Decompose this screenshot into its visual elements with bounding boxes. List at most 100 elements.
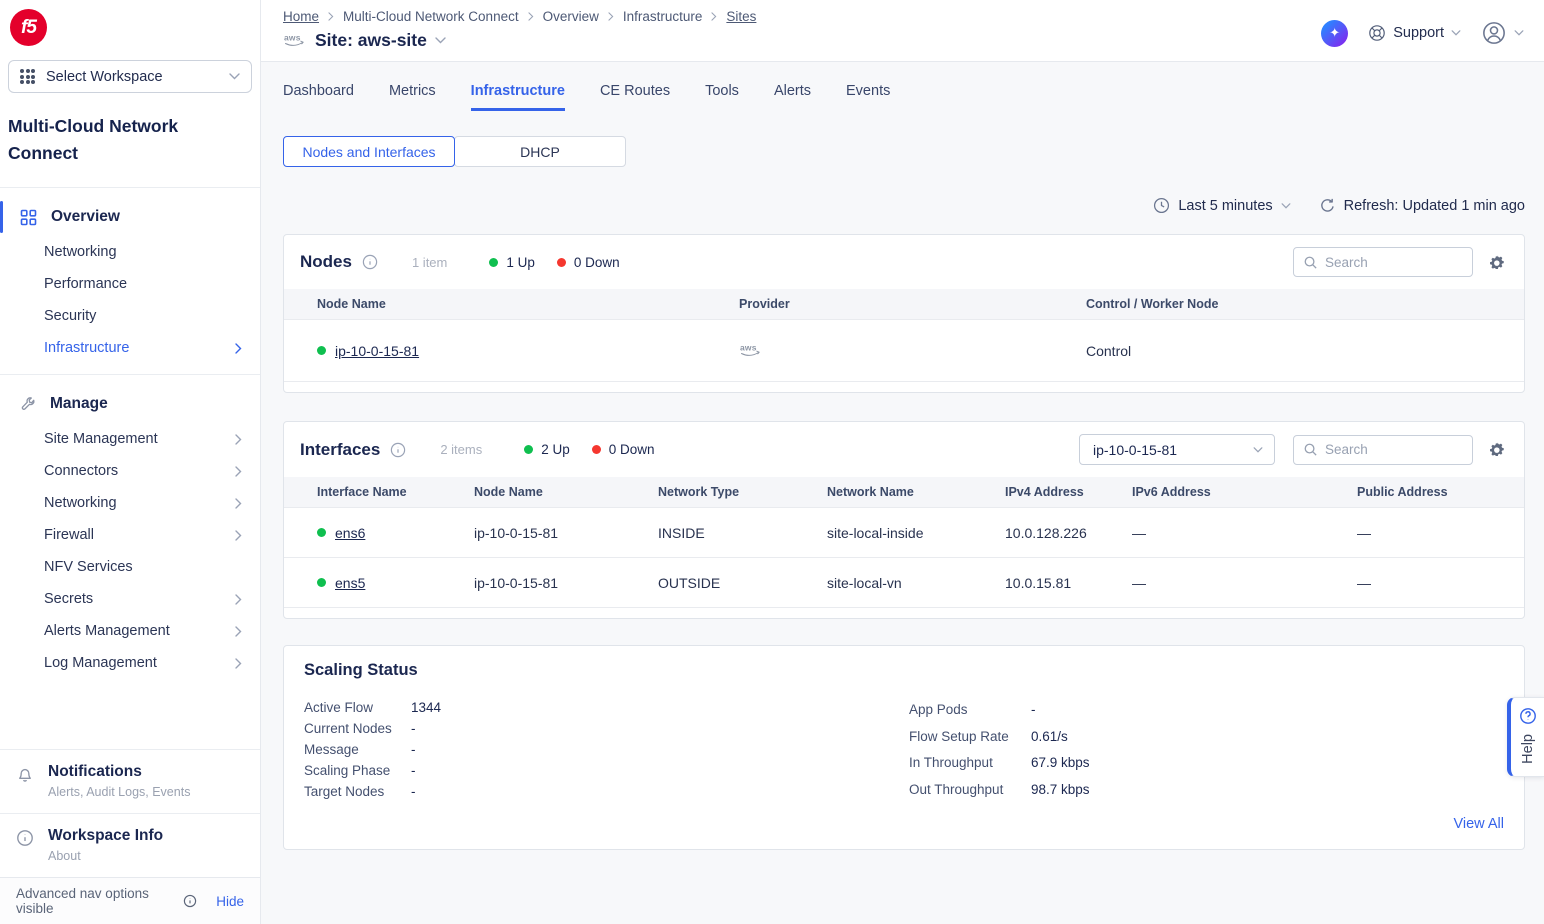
column-header: Node Name [317, 297, 739, 311]
breadcrumb-item[interactable]: Multi-Cloud Network Connect [343, 9, 519, 24]
refresh-button[interactable]: Refresh: Updated 1 min ago [1319, 197, 1525, 214]
tab-infrastructure[interactable]: Infrastructure [471, 83, 565, 111]
tab-alerts[interactable]: Alerts [774, 83, 811, 111]
workspace-info-title: Workspace Info [48, 827, 163, 845]
subtab-nodes-and-interfaces[interactable]: Nodes and Interfaces [283, 136, 455, 167]
gear-icon[interactable] [1488, 254, 1505, 271]
refresh-icon [1319, 197, 1336, 214]
interfaces-table-header: Interface Name Node Name Network Type Ne… [284, 477, 1524, 507]
tab-dashboard[interactable]: Dashboard [283, 83, 354, 111]
tab-tools[interactable]: Tools [705, 83, 739, 111]
sidebar-footer: Advanced nav options visible Hide [0, 877, 260, 924]
sidebar-item-nfv-services[interactable]: NFV Services [0, 551, 260, 583]
gear-icon[interactable] [1488, 441, 1505, 458]
interfaces-down-badge: 0 Down [592, 442, 655, 457]
help-tab[interactable]: Help [1507, 697, 1544, 777]
sidebar-item-connectors[interactable]: Connectors [0, 455, 260, 487]
subtab-dhcp[interactable]: DHCP [454, 136, 626, 167]
sidebar-item-performance[interactable]: Performance [0, 268, 260, 300]
chevron-down-icon [1281, 203, 1291, 209]
sparkle-icon: ✦ [1329, 25, 1340, 41]
content: Dashboard Metrics Infrastructure CE Rout… [261, 62, 1544, 924]
refresh-label: Refresh: Updated 1 min ago [1344, 198, 1525, 214]
sidebar-workspace-info[interactable]: Workspace Info About [0, 813, 260, 877]
chevron-right-icon [235, 498, 242, 509]
scaling-right-column: App Pods- Flow Setup Rate0.61/s In Throu… [909, 697, 1090, 803]
column-header: Node Name [474, 485, 658, 499]
interfaces-title: Interfaces [300, 440, 380, 460]
stat-value: - [411, 781, 416, 802]
support-icon [1368, 24, 1386, 42]
tab-events[interactable]: Events [846, 83, 890, 111]
site-selector[interactable]: aws Site: aws-site [283, 30, 756, 51]
toolbar: Last 5 minutes Refresh: Updated 1 min ag… [283, 197, 1525, 214]
nodes-search-input[interactable] [1325, 255, 1463, 270]
breadcrumb-home[interactable]: Home [283, 9, 319, 24]
sidebar-item-manage-networking[interactable]: Networking [0, 487, 260, 519]
scaling-status-card: Scaling Status Active Flow1344 Current N… [283, 645, 1525, 850]
bell-icon [16, 763, 34, 799]
tab-ce-routes[interactable]: CE Routes [600, 83, 670, 111]
info-icon[interactable] [362, 254, 378, 270]
support-menu[interactable]: Support [1368, 24, 1461, 42]
hide-nav-button[interactable]: Hide [216, 894, 244, 909]
breadcrumb-sites[interactable]: Sites [726, 9, 756, 24]
info-icon[interactable] [390, 442, 406, 458]
info-icon [16, 827, 34, 863]
sidebar-section-manage[interactable]: Manage [0, 385, 260, 423]
interface-name-link[interactable]: ens6 [335, 525, 365, 541]
breadcrumb-item[interactable]: Overview [543, 9, 599, 24]
clock-icon [1153, 197, 1170, 214]
sidebar-item-networking[interactable]: Networking [0, 236, 260, 268]
scaling-left-column: Active Flow1344 Current Nodes- Message- … [304, 697, 909, 803]
question-circle-icon [1519, 707, 1537, 725]
sidebar-section-overview[interactable]: Overview [0, 198, 260, 236]
nodes-card: Nodes 1 item 1 Up 0 Down Node Name Prov [283, 234, 1525, 393]
interfaces-count: 2 items [440, 442, 482, 457]
cell-ipv6: — [1132, 525, 1357, 541]
time-range-selector[interactable]: Last 5 minutes [1153, 197, 1290, 214]
nodes-up-badge: 1 Up [489, 255, 535, 270]
node-filter-select[interactable]: ip-10-0-15-81 [1079, 434, 1275, 465]
table-row: ens5 ip-10-0-15-81 OUTSIDE site-local-vn… [284, 557, 1524, 607]
f5-logo[interactable]: f5 [10, 9, 47, 46]
sidebar-item-firewall[interactable]: Firewall [0, 519, 260, 551]
down-status-dot [557, 258, 566, 267]
chevron-right-icon [235, 658, 242, 669]
section-label: Manage [50, 395, 108, 413]
tab-metrics[interactable]: Metrics [389, 83, 436, 111]
account-icon [1481, 20, 1507, 46]
sidebar-item-security[interactable]: Security [0, 300, 260, 332]
interface-name-link[interactable]: ens5 [335, 575, 365, 591]
table-row: ip-10-0-15-81 aws Control [284, 319, 1524, 381]
interfaces-search-input[interactable] [1325, 442, 1463, 457]
notifications-title: Notifications [48, 763, 190, 781]
column-header: Interface Name [317, 485, 474, 499]
sidebar-notifications[interactable]: Notifications Alerts, Audit Logs, Events [0, 749, 260, 813]
stat-value: 1344 [411, 697, 441, 718]
breadcrumb-item[interactable]: Infrastructure [623, 9, 703, 24]
time-range-label: Last 5 minutes [1178, 198, 1272, 214]
search-icon [1303, 442, 1318, 457]
sidebar-item-infrastructure[interactable]: Infrastructure [0, 332, 260, 364]
sidebar: f5 Select Workspace Multi-Cloud Network … [0, 0, 261, 924]
cell-public-address: — [1357, 575, 1508, 591]
column-header: Public Address [1357, 485, 1508, 499]
node-name-link[interactable]: ip-10-0-15-81 [335, 343, 419, 359]
sidebar-item-alerts-management[interactable]: Alerts Management [0, 615, 260, 647]
top-bar: Home Multi-Cloud Network Connect Overvie… [261, 0, 1544, 62]
account-menu[interactable] [1481, 20, 1524, 46]
sidebar-item-log-management[interactable]: Log Management [0, 647, 260, 679]
column-header: Network Name [827, 485, 1005, 499]
stat-label: In Throughput [909, 750, 1031, 777]
view-all-link[interactable]: View All [1453, 816, 1504, 832]
ai-assistant-button[interactable]: ✦ [1321, 20, 1348, 47]
stat-value: 0.61/s [1031, 724, 1068, 751]
workspace-selector[interactable]: Select Workspace [8, 60, 252, 93]
site-title: Site: aws-site [315, 30, 427, 51]
node-filter-value: ip-10-0-15-81 [1093, 442, 1177, 458]
sidebar-item-secrets[interactable]: Secrets [0, 583, 260, 615]
workspace-selector-label: Select Workspace [46, 69, 218, 85]
tab-bar: Dashboard Metrics Infrastructure CE Rout… [283, 83, 1525, 111]
sidebar-item-site-management[interactable]: Site Management [0, 423, 260, 455]
